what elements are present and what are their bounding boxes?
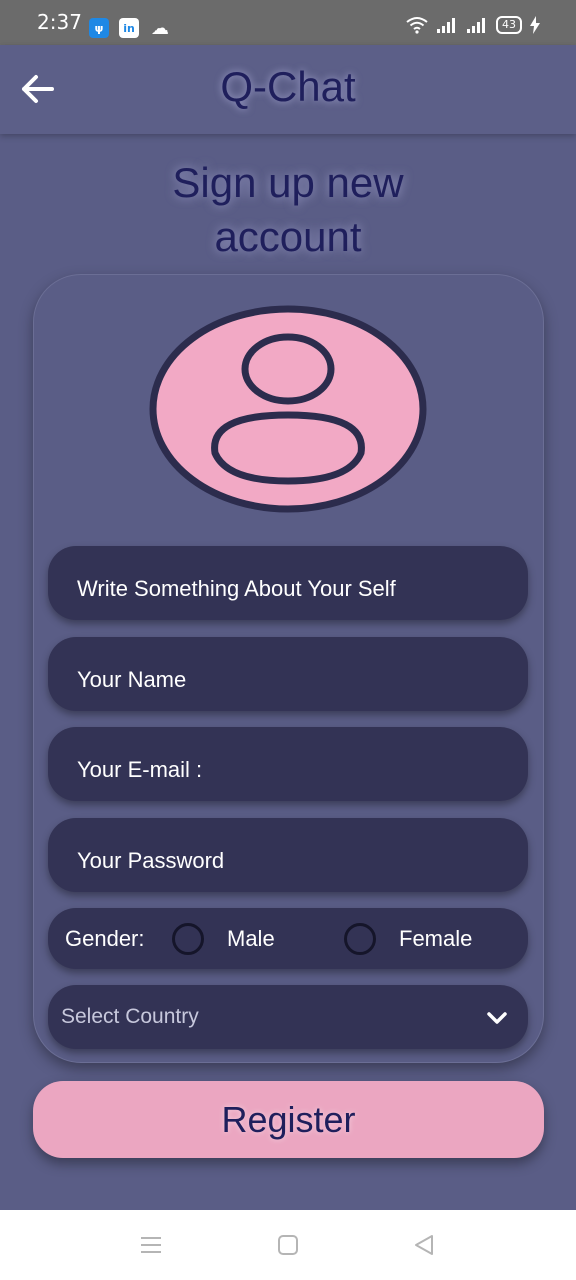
status-icons-right: 43 — [406, 16, 540, 34]
email-field[interactable]: Your E-mail : — [48, 727, 528, 801]
male-radio-label[interactable]: Male — [227, 926, 275, 952]
female-radio[interactable] — [344, 923, 376, 955]
chevron-down-icon — [487, 1012, 507, 1024]
password-field-label: Your Password — [77, 848, 225, 873]
user-avatar-icon — [149, 305, 427, 513]
male-radio[interactable] — [172, 923, 204, 955]
linkedin-icon: in — [119, 18, 139, 38]
signal-icon — [437, 18, 455, 33]
app-bar: Q-Chat — [0, 45, 576, 134]
menu-icon[interactable] — [139, 1233, 163, 1257]
wifi-icon — [406, 17, 428, 34]
gender-label: Gender: — [65, 926, 145, 951]
country-select[interactable]: Select Country — [48, 985, 528, 1049]
status-bar: 2:37 ψ in ☁ 43 — [0, 0, 576, 45]
page-heading-line-2: account — [214, 213, 362, 260]
back-icon[interactable] — [412, 1233, 436, 1257]
cloud-icon: ☁ — [151, 17, 169, 39]
page-heading: Sign up new account — [0, 156, 576, 264]
usb-icon: ψ — [89, 18, 109, 38]
name-field-label: Your Name — [77, 667, 187, 692]
page-heading-line-1: Sign up new — [172, 159, 404, 206]
app-title: Q-Chat — [220, 63, 356, 110]
country-select-placeholder: Select Country — [61, 1005, 199, 1028]
password-field[interactable]: Your Password — [48, 818, 528, 892]
battery-icon: 43 — [496, 16, 522, 34]
gender-row: Gender: Male Female — [48, 908, 528, 969]
name-field[interactable]: Your Name — [48, 637, 528, 711]
system-nav-bar — [0, 1210, 576, 1280]
status-time: 2:37 — [37, 10, 82, 34]
status-icons-left: ψ in ☁ — [89, 17, 171, 39]
home-icon[interactable] — [276, 1233, 300, 1257]
signal-icon — [467, 18, 485, 33]
about-field[interactable]: Write Something About Your Self — [48, 546, 528, 620]
about-field-label: Write Something About Your Self — [77, 576, 396, 601]
avatar-picker[interactable] — [149, 305, 427, 513]
charging-icon — [530, 16, 540, 34]
email-field-label: Your E-mail : — [77, 757, 203, 782]
register-button[interactable]: Register — [33, 1081, 544, 1158]
female-radio-label[interactable]: Female — [399, 926, 472, 952]
